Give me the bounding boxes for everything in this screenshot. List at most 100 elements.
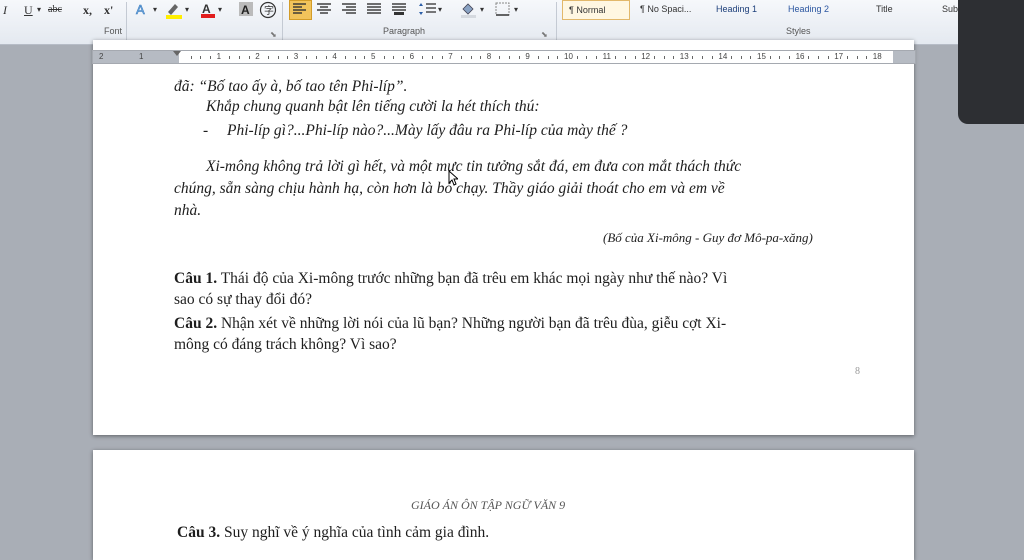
strikethrough-button[interactable]: abc (48, 1, 62, 19)
underline-dropdown-arrow-icon[interactable]: ▾ (37, 1, 41, 19)
ruler-number: 17 (834, 52, 844, 61)
ruler-tick (624, 56, 626, 59)
ruler-left-margin (93, 51, 179, 63)
ruler-number: 11 (602, 52, 611, 61)
character-shading-icon[interactable]: A (238, 1, 254, 19)
style-normal[interactable]: ¶ Normal (562, 0, 630, 20)
style-heading-2[interactable]: Heading 2 (782, 0, 854, 20)
document-page-2[interactable]: GIÁO ÁN ÔN TẬP NGỮ VĂN 9 Câu 3. Suy nghĩ… (93, 450, 914, 560)
ruler-tick (740, 56, 742, 59)
borders-icon[interactable] (494, 1, 512, 19)
distributed-button[interactable] (390, 1, 408, 19)
ruler-number: 12 (641, 52, 651, 61)
borders-dropdown-icon[interactable]: ▾ (514, 1, 518, 19)
ruler-tick (431, 56, 433, 59)
ruler-tick (856, 56, 858, 59)
ribbon-separator (282, 2, 283, 40)
paragraph-group-label: Paragraph (383, 26, 426, 36)
ruler-tick (750, 56, 752, 59)
enclose-characters-icon[interactable]: 字 (259, 1, 277, 19)
question-1-continued: sao có sự thay đổi đó? (174, 291, 312, 308)
question-1: Câu 1. Thái độ của Xi-mông trước những b… (174, 270, 727, 288)
shading-dropdown-icon[interactable]: ▾ (480, 1, 484, 19)
ruler-tick (267, 56, 269, 59)
ruler-tick (402, 56, 404, 59)
paragraph-line: Khắp chung quanh bật lên tiếng cười la h… (206, 98, 540, 115)
bullet-dash: - (203, 122, 209, 139)
question-label: Câu 2. (174, 315, 218, 332)
superscript-button[interactable]: x' (104, 1, 113, 19)
style-heading-1[interactable]: Heading 1 (710, 0, 782, 20)
ruler-tick (200, 56, 202, 59)
ruler-number: 5 (371, 52, 376, 61)
ruler-tick (518, 56, 520, 59)
ruler-tick (393, 56, 395, 59)
ruler-tick (229, 56, 231, 59)
ruler-tick (345, 56, 347, 59)
align-right-button[interactable] (340, 1, 358, 19)
ruler-tick (441, 56, 443, 59)
text-effects-dropdown-icon[interactable]: ▾ (153, 1, 157, 19)
font-color-dropdown-icon[interactable]: ▾ (218, 1, 222, 19)
ruler-tick (769, 56, 771, 59)
mouse-cursor-icon (448, 170, 458, 186)
ruler-tick (422, 56, 424, 59)
citation: (Bố của Xi-mông - Guy đơ Mô-pa-xăng) (603, 230, 813, 245)
ruler-tick (788, 56, 790, 59)
align-left-button[interactable] (289, 0, 312, 20)
svg-text:A: A (241, 3, 250, 17)
italic-button[interactable]: I (3, 1, 7, 19)
indent-marker-icon[interactable] (173, 51, 181, 56)
line-spacing-icon[interactable] (418, 1, 438, 19)
ruler-tick (576, 56, 578, 59)
ribbon-toolbar: I U ▾ abc x, x' A ▾ ▾ A ▾ A 字 ▾ ▾ ▾ ¶ No… (0, 0, 1024, 45)
ruler-tick (653, 56, 655, 59)
ruler-number: 7 (448, 52, 453, 61)
font-dialog-launcher-icon[interactable]: ⬊ (270, 30, 277, 39)
question-label: Câu 1. (174, 270, 218, 287)
ruler-number: 6 (409, 52, 415, 61)
ruler-tick (480, 56, 482, 59)
ruler-tick (731, 56, 733, 59)
overlay-panel (958, 0, 1024, 124)
ruler-tick (538, 56, 540, 59)
subscript-button[interactable]: x, (83, 1, 92, 19)
ruler-number: 16 (795, 52, 805, 61)
ruler-tick (190, 56, 192, 59)
ruler-tick (547, 56, 549, 59)
ruler-tick (209, 56, 211, 59)
line-spacing-dropdown-icon[interactable]: ▾ (438, 1, 442, 19)
style-no-spacing[interactable]: ¶ No Spaci... (634, 0, 706, 20)
highlight-color-icon[interactable] (164, 1, 184, 19)
font-group-label: Font (104, 26, 123, 36)
ruler-number: 15 (757, 52, 766, 61)
question-label: Câu 3. (177, 524, 221, 541)
ruler-tick (779, 56, 781, 59)
style-title[interactable]: Title (870, 0, 930, 20)
align-center-button[interactable] (315, 1, 333, 19)
ruler-tick (306, 56, 308, 59)
highlight-dropdown-icon[interactable]: ▾ (185, 1, 189, 19)
justify-button[interactable] (365, 1, 383, 19)
ruler-tick (702, 56, 704, 59)
shading-bucket-icon[interactable] (459, 1, 479, 19)
document-page[interactable]: đã: “Bố tao ấy à, bố tao tên Phi-líp”. K… (93, 40, 914, 435)
ruler-tick (586, 56, 588, 59)
font-color-icon[interactable]: A (199, 1, 217, 19)
ruler-tick (287, 56, 289, 59)
paragraph-line: Xi-mông không trả lời gì hết, và một mực… (206, 158, 742, 175)
underline-button[interactable]: U (24, 1, 33, 19)
ruler-tick (615, 56, 617, 59)
style-subtitle[interactable]: Sub (936, 0, 960, 20)
ribbon-separator (126, 2, 127, 40)
paragraph-dialog-launcher-icon[interactable]: ⬊ (541, 30, 548, 39)
question-text: Nhận xét về những lời nói của lũ bạn? Nh… (220, 315, 727, 332)
ruler-tick (663, 56, 665, 59)
ruler-tick (460, 56, 462, 59)
horizontal-ruler[interactable]: 2 1 1 2 3 4 5 6 7 8 9 10 11 12 13 14 15 16 17 18 (92, 50, 916, 64)
page-number: 8 (855, 366, 860, 377)
text-effects-icon[interactable]: A (134, 1, 152, 19)
ruler-tick (817, 56, 819, 59)
ruler-tick (634, 56, 636, 59)
ruler-tick (238, 56, 240, 59)
